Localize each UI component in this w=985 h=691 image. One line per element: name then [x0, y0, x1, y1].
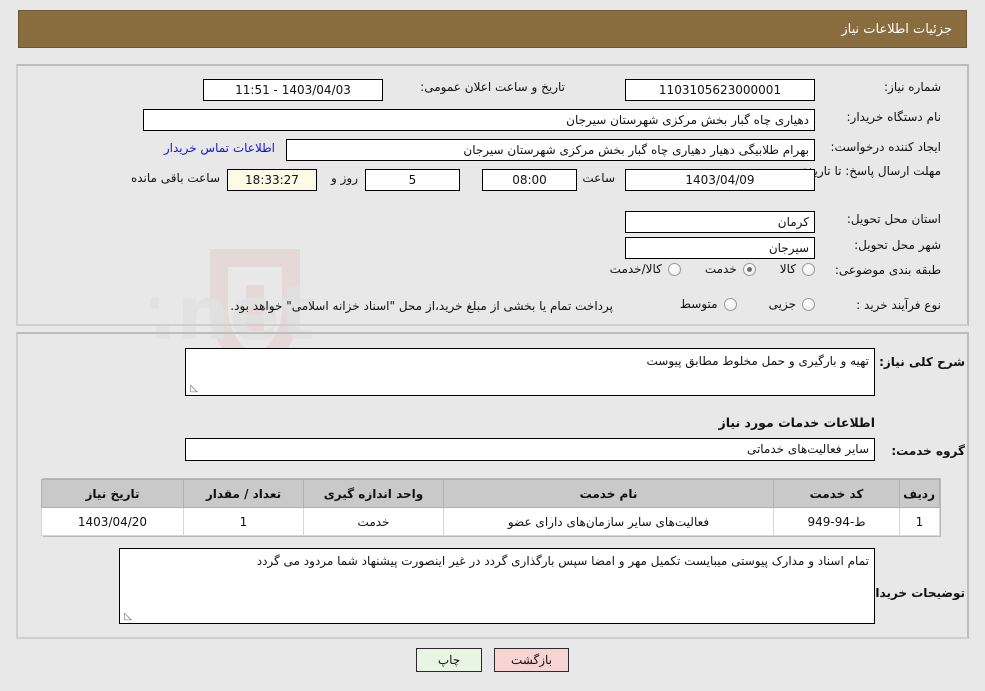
deadline-label: مهلت ارسال پاسخ: تا تاریخ:	[802, 164, 941, 178]
need-desc-textarea[interactable]: تهیه و بارگیری و حمل مخلوط مطابق پیوست ◺	[185, 348, 875, 396]
days-remaining-value: 5	[365, 169, 460, 191]
city-row: شهر محل تحویل:	[854, 238, 941, 252]
process-options: جزیی متوسط	[678, 297, 815, 311]
province-label: استان محل تحویل:	[846, 212, 941, 226]
category-label: طبقه بندی موضوعی:	[834, 263, 941, 277]
category-option-kala-khedmat[interactable]: کالا/خدمت	[608, 262, 681, 276]
buyer-contact-link[interactable]: اطلاعات تماس خریدار	[164, 141, 275, 155]
process-option-jozei-label: جزیی	[768, 297, 796, 311]
cell-service-code: ط-94-949	[773, 507, 900, 536]
need-number-row: شماره نیاز:	[884, 80, 941, 94]
cell-need-date: 1403/04/20	[41, 507, 184, 536]
resize-grip-icon[interactable]: ◺	[188, 384, 198, 394]
category-option-kala-label: کالا	[779, 262, 796, 276]
process-note-wrap: پرداخت تمام یا بخشی از مبلغ خرید،از محل …	[230, 299, 613, 313]
table-header-row: ردیف کد خدمت نام خدمت واحد اندازه گیری ت…	[41, 479, 940, 508]
announce-datetime-row: تاریخ و ساعت اعلان عمومی:	[420, 80, 565, 94]
announce-datetime-value: 1403/04/03 - 11:51	[203, 79, 383, 101]
col-row-no: ردیف	[899, 479, 940, 508]
need-number-label: شماره نیاز:	[884, 80, 941, 94]
province-row: استان محل تحویل:	[847, 212, 941, 226]
need-number-value: 1103105623000001	[625, 79, 815, 101]
radio-khedmat-icon[interactable]	[742, 262, 756, 276]
services-heading: اطلاعات خدمات مورد نیاز	[718, 415, 876, 430]
province-value: کرمان	[625, 211, 815, 233]
category-option-kala-khedmat-label: کالا/خدمت	[609, 262, 662, 276]
deadline-hour-label-wrap: ساعت	[582, 171, 615, 185]
countdown-label-wrap: ساعت باقی مانده	[131, 171, 220, 185]
deadline-date-value: 1403/04/09	[625, 169, 815, 191]
col-service-name: نام خدمت	[443, 479, 774, 508]
buyer-notes-label: توضیحات خریدار:	[863, 586, 965, 600]
col-service-code: کد خدمت	[773, 479, 900, 508]
resize-grip-icon[interactable]: ◺	[122, 612, 132, 622]
days-unit-label: روز و	[331, 171, 358, 185]
cell-unit: خدمت	[303, 507, 444, 536]
category-option-khedmat[interactable]: خدمت	[703, 262, 756, 276]
countdown-label: ساعت باقی مانده	[130, 171, 220, 185]
buyer-org-label: نام دستگاه خریدار:	[846, 110, 942, 124]
radio-kala-khedmat-icon[interactable]	[667, 262, 681, 276]
category-option-khedmat-label: خدمت	[704, 262, 737, 276]
category-options: کالا خدمت کالا/خدمت	[608, 262, 815, 276]
buyer-notes-row: توضیحات خریدار:	[864, 586, 965, 600]
page-header: جزئیات اطلاعات نیاز	[18, 10, 967, 48]
services-table: ردیف کد خدمت نام خدمت واحد اندازه گیری ت…	[41, 479, 940, 536]
process-note: پرداخت تمام یا بخشی از مبلغ خرید،از محل …	[230, 299, 613, 313]
process-option-jozei[interactable]: جزیی	[767, 297, 815, 311]
countdown-timer: 18:33:27	[227, 169, 317, 191]
process-option-motevaset-label: متوسط	[679, 297, 718, 311]
cell-service-name: فعالیت‌های سایر سازمان‌های دارای عضو	[443, 507, 774, 536]
col-need-date: تاریخ نیاز	[41, 479, 184, 508]
col-unit: واحد اندازه گیری	[303, 479, 444, 508]
cell-row-no: 1	[899, 507, 940, 536]
footer-button-bar: بازگشت چاپ	[0, 648, 985, 672]
city-value: سیرجان	[625, 237, 815, 259]
buyer-org-row: نام دستگاه خریدار:	[847, 110, 942, 124]
requester-label: ایجاد کننده درخواست:	[830, 140, 941, 154]
buyer-contact-row[interactable]: اطلاعات تماس خریدار	[164, 141, 275, 155]
days-unit-wrap: روز و	[331, 171, 358, 185]
page-title: جزئیات اطلاعات نیاز	[841, 21, 952, 37]
radio-kala-icon[interactable]	[802, 262, 815, 276]
service-group-label: گروه خدمت:	[891, 444, 965, 458]
need-desc-label: شرح کلی نیاز:	[879, 355, 965, 369]
back-button[interactable]: بازگشت	[494, 648, 569, 672]
buyer-notes-value: تمام اسناد و مدارک پیوستی میبایست تکمیل …	[256, 554, 869, 568]
deadline-label-block: مهلت ارسال پاسخ: تا تاریخ:	[803, 163, 941, 180]
category-option-kala[interactable]: کالا	[778, 262, 815, 276]
buyer-notes-textarea[interactable]: تمام اسناد و مدارک پیوستی میبایست تکمیل …	[119, 548, 875, 624]
need-desc-value: تهیه و بارگیری و حمل مخلوط مطابق پیوست	[646, 354, 869, 368]
print-button[interactable]: چاپ	[416, 648, 482, 672]
service-group-row: گروه خدمت:	[891, 444, 965, 458]
need-info-panel	[16, 64, 969, 326]
table-row: 1 ط-94-949 فعالیت‌های سایر سازمان‌های دا…	[41, 507, 940, 536]
col-quantity: تعداد / مقدار	[183, 479, 304, 508]
process-label: نوع فرآیند خرید :	[856, 298, 941, 312]
announce-datetime-label: تاریخ و ساعت اعلان عمومی:	[420, 80, 565, 94]
buyer-org-value: دهیاری چاه گبار بخش مرکزی شهرستان سیرجان	[143, 109, 815, 131]
service-group-value: سایر فعالیت‌های خدماتی	[185, 438, 875, 461]
radio-motevaset-icon[interactable]	[723, 297, 737, 311]
requester-row: ایجاد کننده درخواست:	[830, 140, 941, 154]
services-table-wrapper: ردیف کد خدمت نام خدمت واحد اندازه گیری ت…	[41, 478, 941, 537]
requester-value: بهرام طلابیگی دهیار دهیاری چاه گبار بخش …	[286, 139, 815, 161]
radio-jozei-icon[interactable]	[802, 297, 815, 311]
city-label: شهر محل تحویل:	[854, 238, 941, 252]
process-option-motevaset[interactable]: متوسط	[678, 297, 737, 311]
deadline-hour-value: 08:00	[482, 169, 577, 191]
need-desc-row: شرح کلی نیاز:	[879, 355, 965, 369]
cell-quantity: 1	[183, 507, 304, 536]
category-row: طبقه بندی موضوعی:	[835, 263, 941, 277]
process-row: نوع فرآیند خرید :	[856, 298, 941, 312]
deadline-hour-label: ساعت	[582, 171, 615, 185]
